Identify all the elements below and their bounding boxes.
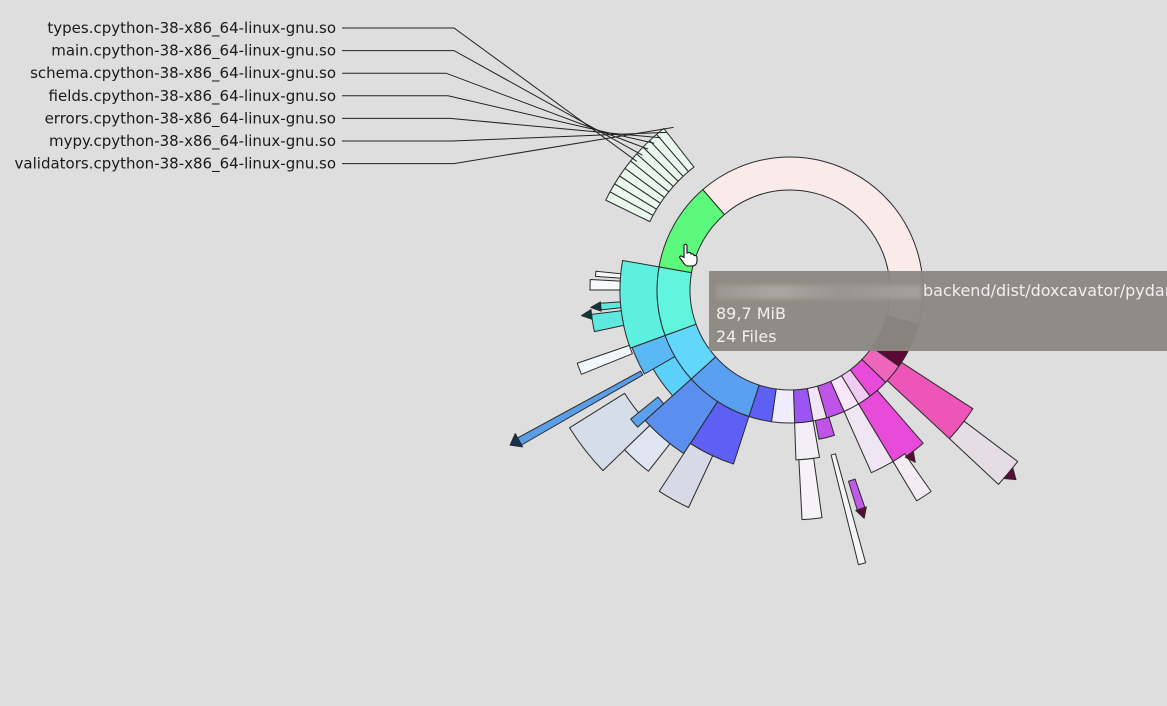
hover-tooltip: backend/dist/doxcavator/pydan 89,7 MiB 2… xyxy=(709,271,1167,351)
hand-cursor-icon xyxy=(679,243,698,267)
file-label: mypy.cpython-38-x86_64-linux-gnu.so xyxy=(49,132,336,151)
tooltip-path-text: backend/dist/doxcavator/pydan xyxy=(923,281,1167,300)
file-label: main.cpython-38-x86_64-linux-gnu.so xyxy=(51,42,336,61)
outer-segment-10[interactable] xyxy=(798,457,823,521)
pointer-tip[interactable] xyxy=(581,309,593,320)
file-label: validators.cpython-38-x86_64-linux-gnu.s… xyxy=(15,155,336,174)
sunburst-chart[interactable]: types.cpython-38-x86_64-linux-gnu.somain… xyxy=(0,0,1167,706)
outer-segment-2[interactable] xyxy=(599,301,622,311)
outer-segment-1[interactable] xyxy=(590,310,625,333)
pointer-tip[interactable] xyxy=(590,301,602,312)
blurred-path-prefix xyxy=(716,284,921,299)
file-label: schema.cpython-38-x86_64-linux-gnu.so xyxy=(30,64,336,83)
file-labels: types.cpython-38-x86_64-linux-gnu.somain… xyxy=(15,19,336,174)
segment[interactable] xyxy=(656,266,697,336)
tooltip-path: backend/dist/doxcavator/pydan xyxy=(716,279,1167,302)
outer-segment-4[interactable] xyxy=(594,270,622,279)
file-label: fields.cpython-38-x86_64-linux-gnu.so xyxy=(49,87,336,106)
leader-line xyxy=(342,126,674,165)
file-label: errors.cpython-38-x86_64-linux-gnu.so xyxy=(45,109,336,128)
label-leader-lines xyxy=(342,27,674,165)
outer-segment-12[interactable] xyxy=(847,478,866,511)
segment[interactable] xyxy=(814,416,835,440)
file-label: types.cpython-38-x86_64-linux-gnu.so xyxy=(47,19,336,38)
outer-segment-0[interactable] xyxy=(576,344,633,375)
outer-segment-6[interactable] xyxy=(658,442,714,509)
tooltip-size: 89,7 MiB xyxy=(716,304,786,323)
segment[interactable] xyxy=(794,420,821,461)
leader-line xyxy=(342,72,649,150)
outer-segment-3[interactable] xyxy=(589,279,621,291)
tooltip-files: 24 Files xyxy=(716,327,777,346)
